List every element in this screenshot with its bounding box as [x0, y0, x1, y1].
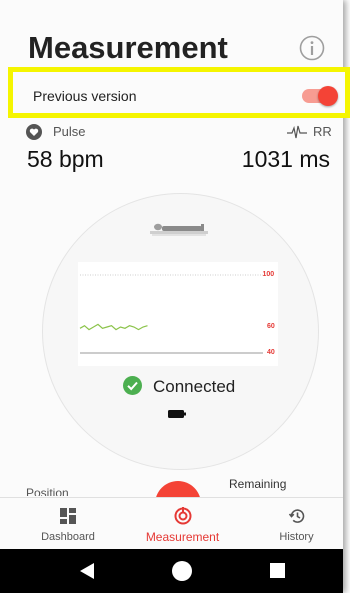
battery-icon [168, 410, 186, 418]
page-title: Measurement [28, 30, 228, 65]
rr-wave-icon [287, 125, 307, 139]
pulse-label: Pulse [53, 124, 86, 139]
rr-label: RR [313, 124, 332, 139]
nav-history-label: History [279, 531, 314, 543]
heart-icon [26, 124, 42, 140]
home-icon[interactable] [172, 561, 192, 581]
pulse-chart-svg [79, 274, 263, 354]
recent-apps-icon[interactable] [270, 563, 285, 578]
previous-version-toggle[interactable] [296, 85, 340, 107]
nav-dashboard-label: Dashboard [41, 531, 95, 543]
pulse-series-line [79, 323, 148, 331]
check-circle-icon [123, 376, 142, 395]
ytick-label: 60 [267, 323, 275, 330]
pulse-value: 58 bpm [27, 146, 104, 172]
connected-text: Connected [153, 377, 236, 396]
remaining-label: Remaining [229, 477, 287, 491]
pulse-chart: 100 60 40 [78, 262, 278, 366]
lying-person-icon [150, 223, 208, 236]
ytick-label: 40 [267, 349, 275, 356]
rr-value: 1031 ms [241, 146, 330, 172]
nav-dashboard[interactable]: Dashboard [0, 498, 136, 550]
back-icon[interactable] [80, 563, 94, 579]
history-icon [288, 509, 304, 523]
position-label: Position [26, 486, 69, 496]
previous-version-row: Previous version [8, 67, 350, 118]
nav-measurement[interactable]: Measurement [130, 498, 235, 550]
system-navigation-bar [0, 549, 343, 593]
bottom-navigation: Dashboard Measurement History [0, 497, 343, 549]
dashboard-icon [60, 508, 76, 524]
info-icon[interactable] [298, 34, 326, 62]
nav-measurement-label: Measurement [145, 530, 220, 544]
previous-version-label: Previous version [33, 88, 137, 104]
ytick-label: 100 [262, 271, 275, 278]
toggle-thumb [318, 86, 338, 106]
measurement-icon [174, 507, 191, 525]
nav-history[interactable]: History [250, 498, 343, 550]
